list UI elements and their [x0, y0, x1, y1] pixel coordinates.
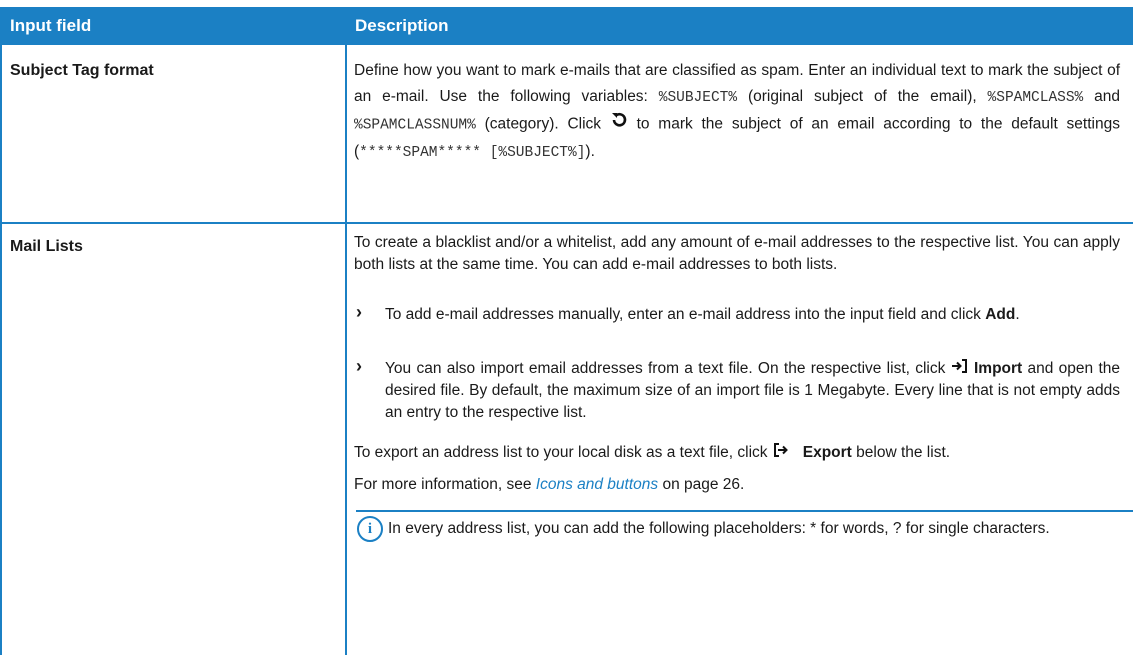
chevron-right-icon: › — [356, 356, 362, 376]
export-icon — [772, 442, 790, 464]
note-divider — [356, 510, 1133, 512]
bullet-import: You can also import email addresses from… — [385, 358, 1120, 424]
bullet-add-manually: To add e-mail addresses manually, enter … — [385, 306, 1020, 323]
reset-icon — [610, 111, 628, 138]
var-subject: %SUBJECT% — [658, 90, 738, 106]
placeholder-note: In every address list, you can add the f… — [388, 520, 1050, 537]
table-header: Input field Description — [0, 7, 1133, 45]
field-subject-tag-format: Subject Tag format — [10, 62, 154, 79]
desc-subject-tag-format: Define how you want to mark e-mails that… — [354, 62, 1120, 161]
var-spamclass: %SPAMCLASS% — [987, 90, 1084, 106]
export-instruction: To export an address list to your local … — [354, 442, 1120, 464]
icons-and-buttons-link[interactable]: Icons and buttons — [536, 476, 658, 493]
mail-lists-intro: To create a blacklist and/or a whitelist… — [354, 234, 1120, 273]
default-subject-value: *****SPAM***** [%SUBJECT%] — [359, 144, 586, 161]
more-info: For more information, see Icons and butt… — [354, 476, 745, 493]
var-spamclassnum: %SPAMCLASSNUM% — [354, 117, 476, 134]
import-icon — [951, 358, 969, 380]
header-description: Description — [355, 16, 449, 35]
left-border — [0, 45, 2, 655]
chevron-right-icon: › — [356, 302, 362, 322]
info-icon: i — [357, 516, 383, 542]
column-divider — [345, 45, 347, 655]
field-mail-lists: Mail Lists — [10, 238, 83, 255]
header-input-field: Input field — [10, 16, 92, 35]
row-divider — [0, 222, 1133, 224]
